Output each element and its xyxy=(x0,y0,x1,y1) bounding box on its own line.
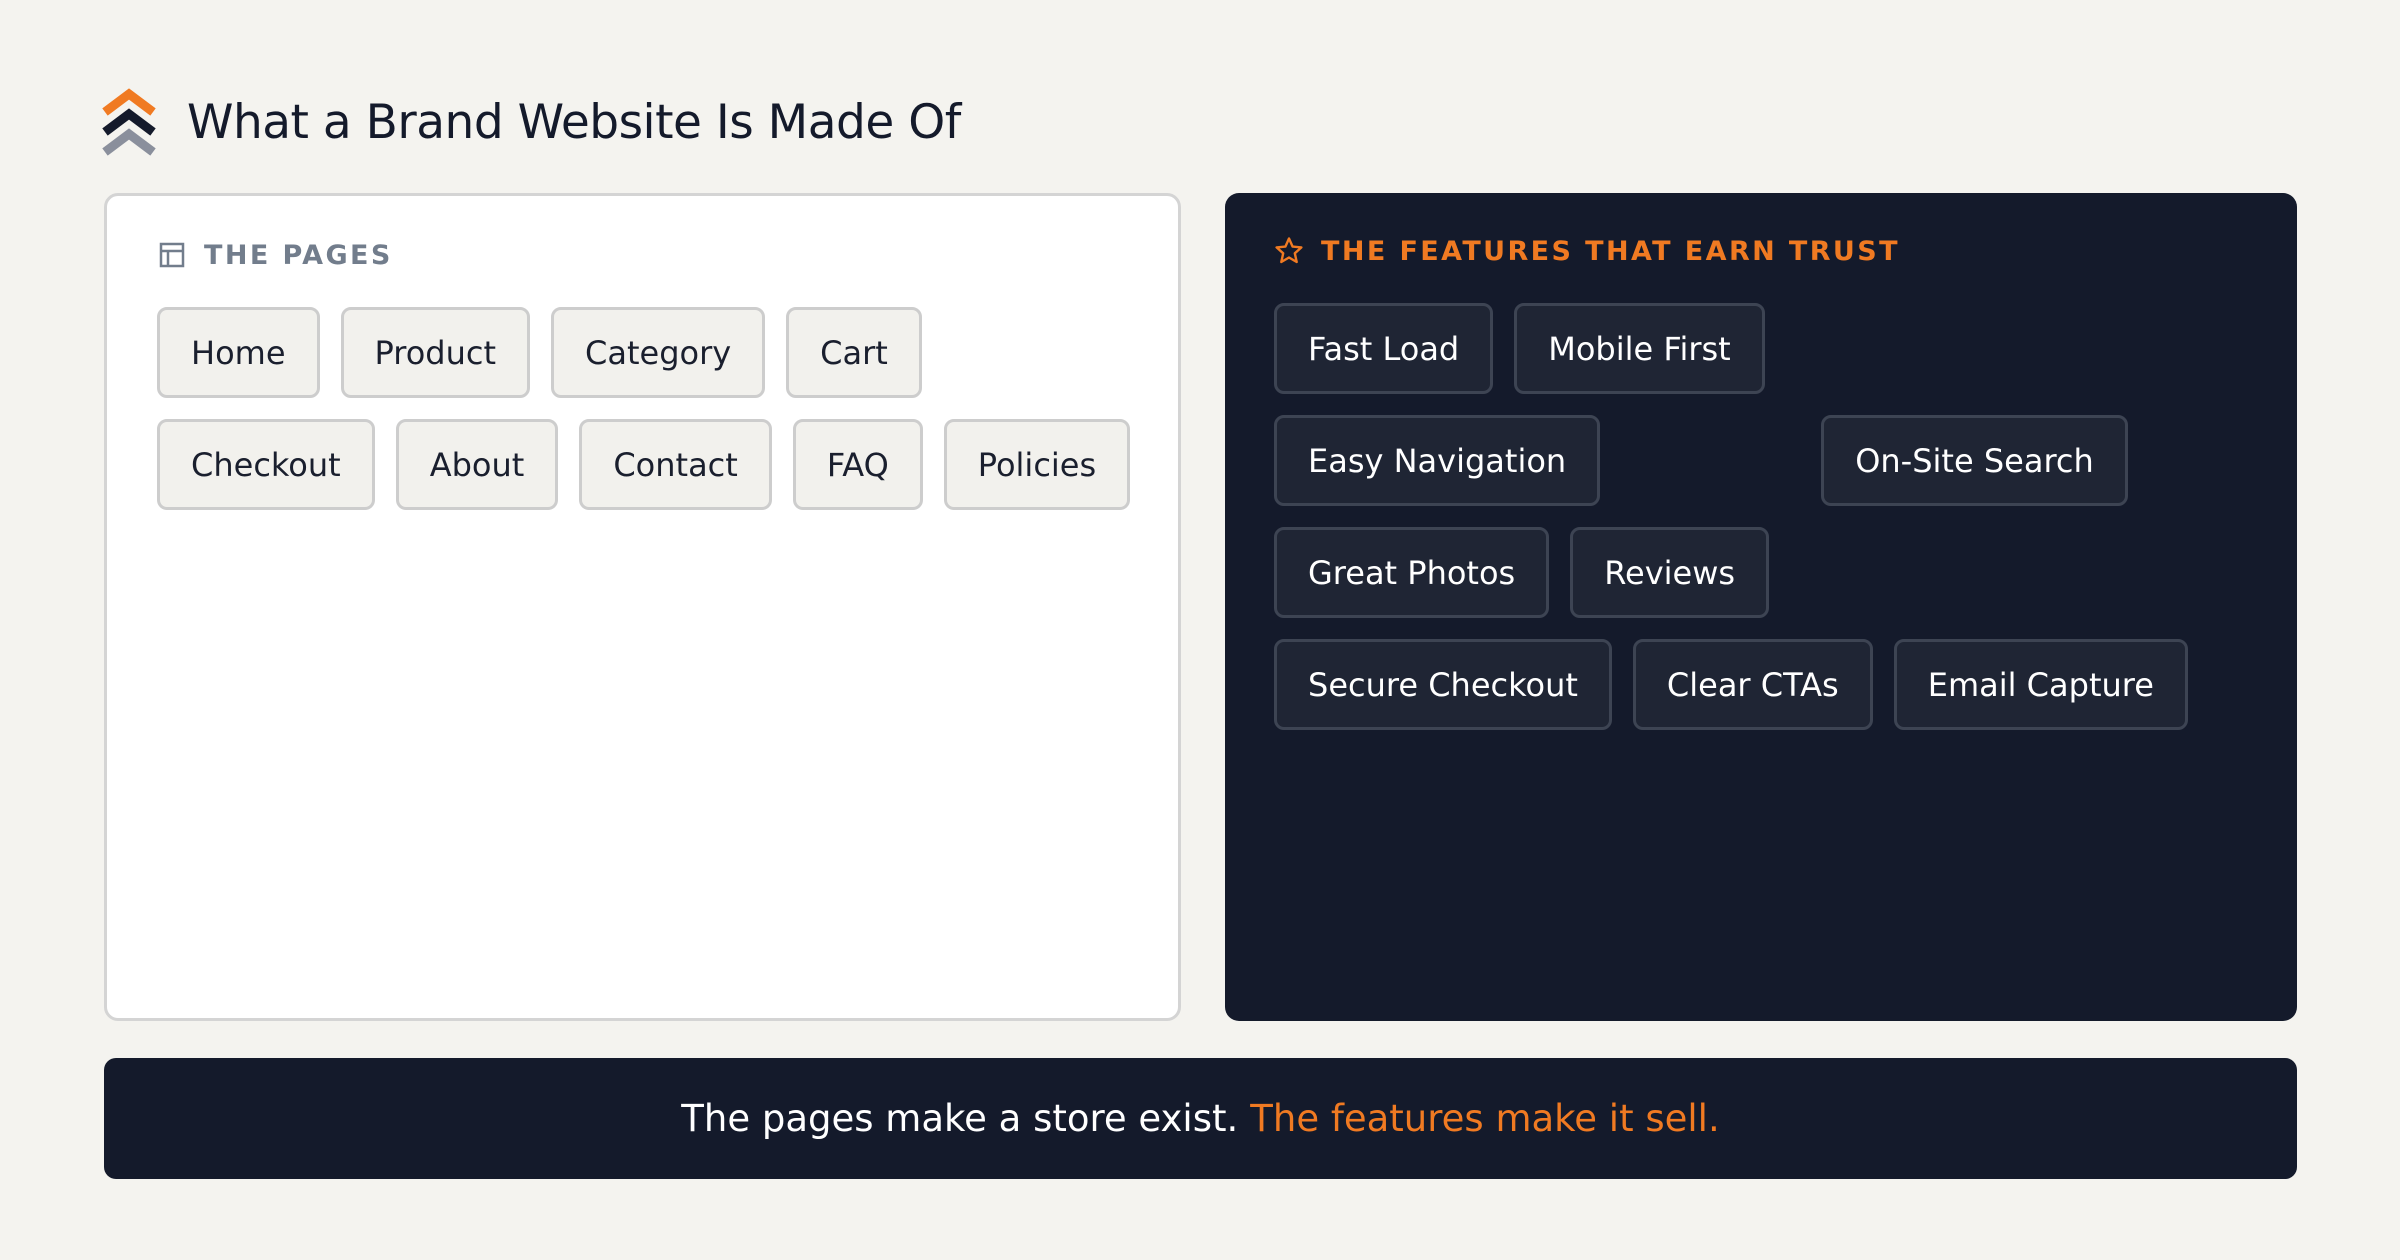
features-panel-title: THE FEATURES THAT EARN TRUST xyxy=(1321,235,1900,267)
summary-accent-text: The features make it sell. xyxy=(1250,1097,1720,1140)
feature-chip-reviews[interactable]: Reviews xyxy=(1570,527,1770,618)
pages-chip-list: Home Product Category Cart Checkout Abou… xyxy=(157,307,1157,510)
page-chip-about[interactable]: About xyxy=(395,419,559,510)
page-chip-cart[interactable]: Cart xyxy=(786,307,922,398)
page-chip-checkout[interactable]: Checkout xyxy=(157,419,375,510)
page-title: What a Brand Website Is Made Of xyxy=(187,94,961,150)
page-chip-policies[interactable]: Policies xyxy=(943,419,1131,510)
feature-chip-great-photos[interactable]: Great Photos xyxy=(1274,527,1550,618)
feature-chip-mobile-first[interactable]: Mobile First xyxy=(1514,303,1765,394)
page-header: What a Brand Website Is Made Of xyxy=(101,86,961,158)
page-chip-product[interactable]: Product xyxy=(340,307,530,398)
stacked-chevrons-icon xyxy=(101,86,157,158)
pages-panel: THE PAGES Home Product Category Cart Che… xyxy=(104,193,1181,1021)
feature-chip-easy-navigation[interactable]: Easy Navigation xyxy=(1274,415,1601,506)
page-chip-home[interactable]: Home xyxy=(157,307,320,398)
layout-icon xyxy=(157,240,187,270)
feature-chip-on-site-search[interactable]: On-Site Search xyxy=(1821,415,2128,506)
features-chip-list: Fast Load Mobile First Easy Navigation O… xyxy=(1274,303,2274,730)
feature-chip-clear-ctas[interactable]: Clear CTAs xyxy=(1632,639,1873,730)
page-chip-category[interactable]: Category xyxy=(551,307,766,398)
pages-panel-heading: THE PAGES xyxy=(157,238,1178,272)
summary-lead-text: The pages make a store exist. xyxy=(681,1097,1239,1140)
features-panel: THE FEATURES THAT EARN TRUST Fast Load M… xyxy=(1225,193,2297,1021)
star-icon xyxy=(1274,236,1304,266)
feature-chip-fast-load[interactable]: Fast Load xyxy=(1274,303,1494,394)
feature-chip-secure-checkout[interactable]: Secure Checkout xyxy=(1274,639,1612,730)
page-chip-contact[interactable]: Contact xyxy=(579,419,772,510)
feature-chip-email-capture[interactable]: Email Capture xyxy=(1893,639,2188,730)
pages-panel-title: THE PAGES xyxy=(204,239,393,271)
summary-banner: The pages make a store exist. The featur… xyxy=(104,1058,2297,1179)
features-panel-heading: THE FEATURES THAT EARN TRUST xyxy=(1274,234,2297,268)
page-chip-faq[interactable]: FAQ xyxy=(792,419,923,510)
